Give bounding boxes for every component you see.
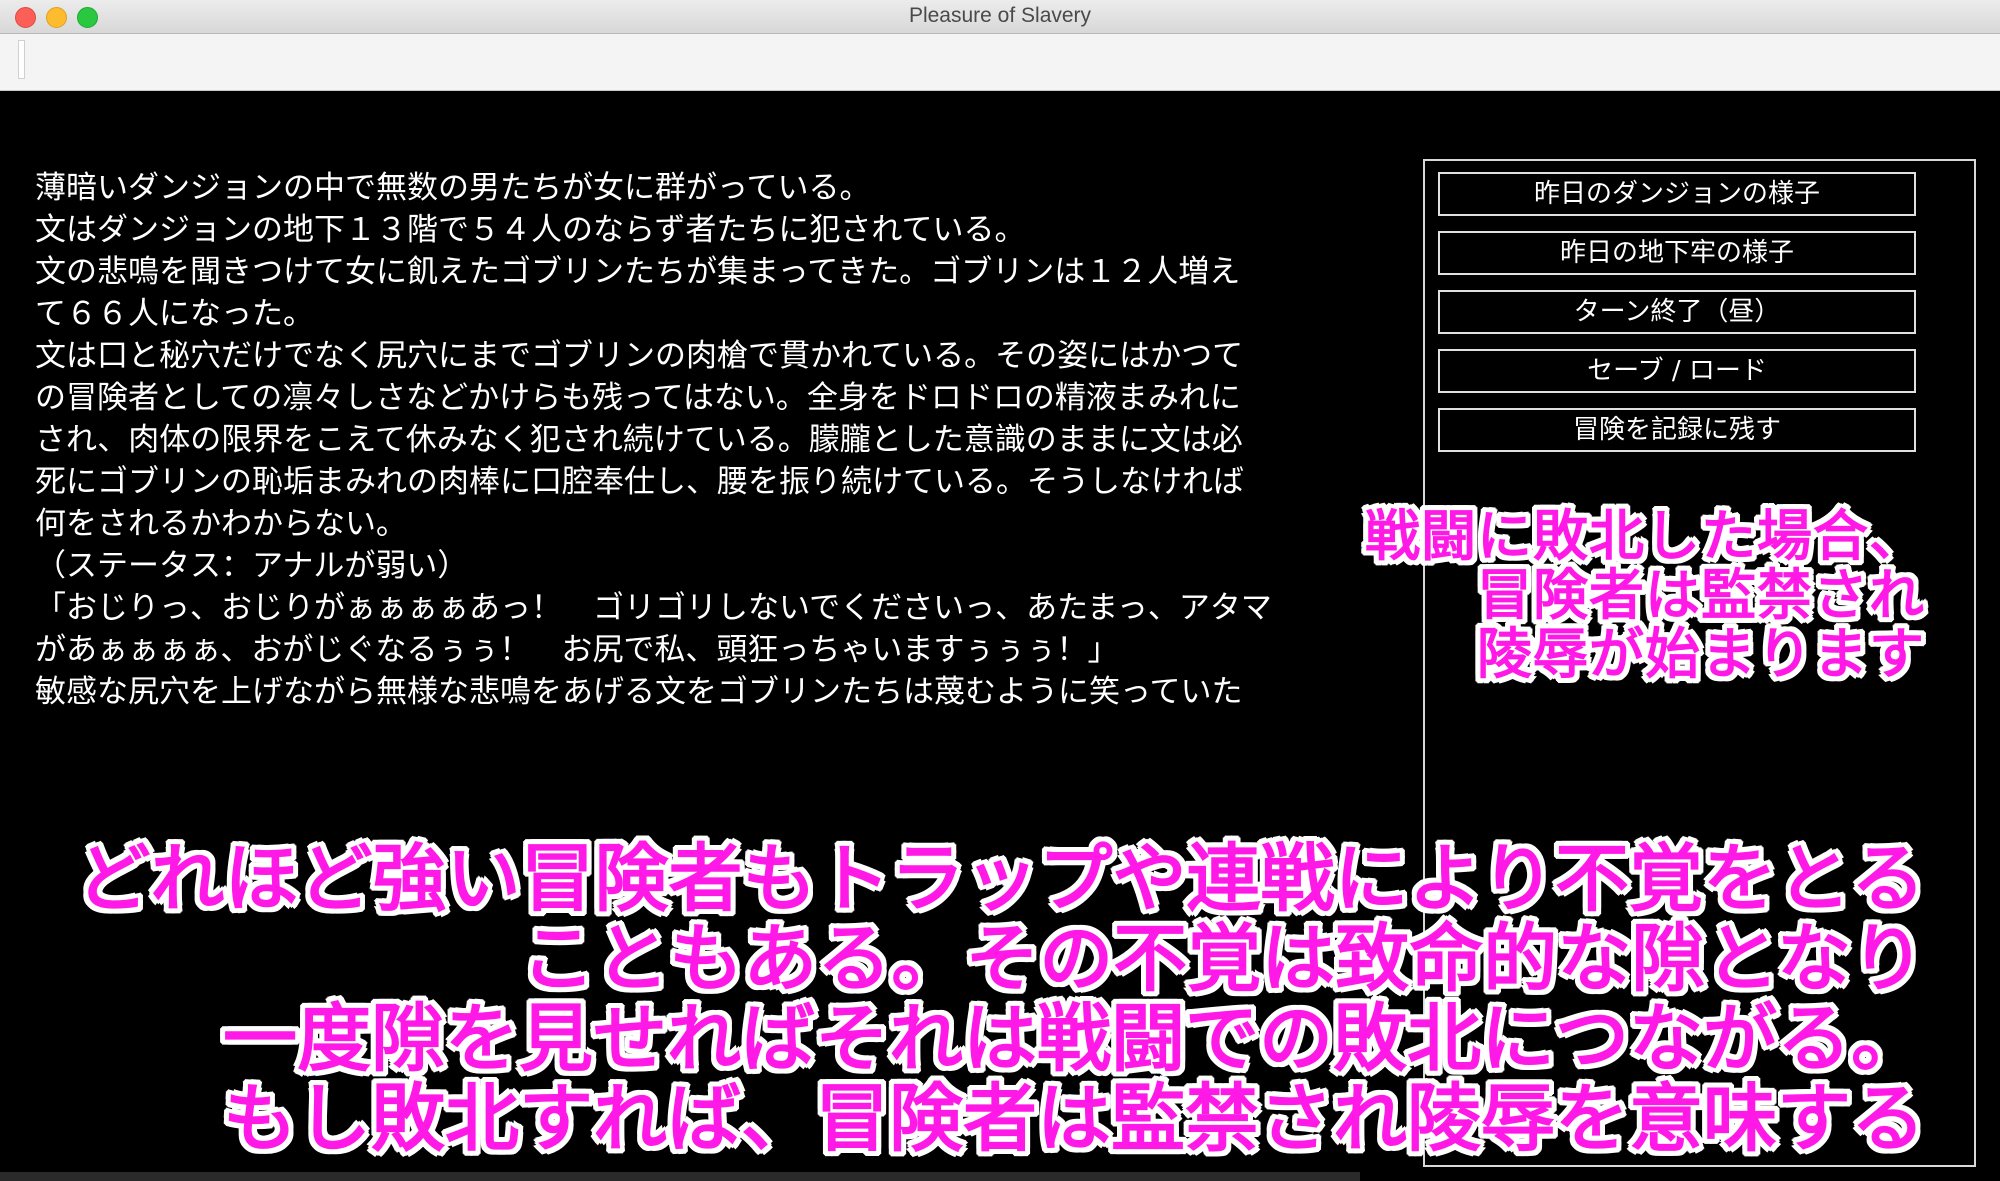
save-load-button[interactable]: セーブ / ロード (1438, 349, 1916, 393)
scrollbar[interactable] (1985, 91, 2000, 1181)
game-screen: 薄暗いダンジョンの中で無数の男たちが女に群がっている。 文はダンジョンの地下１３… (0, 91, 2000, 1181)
story-line: 文は口と秘穴だけでなく尻穴にまでゴブリンの肉槍で貫かれている。その姿にはかつて (35, 338, 1244, 374)
story-line: があぁぁぁぁ、おがじぐなるぅぅ！ お尻で私、頭狂っちゃいますぅぅぅ！」 (35, 632, 1119, 668)
promo-bottom-line: どれほど強い冒険者もトラップや連戦により不覚をとる (76, 836, 1925, 922)
promo-caption-bottom: どれほど強い冒険者もトラップや連戦により不覚をとる こともある。その不覚は致命的… (76, 839, 1925, 1159)
promo-side-line: 陵辱が始まります (1476, 621, 1925, 686)
story-line: 敏感な尻穴を上げながら無様な悲鳴をあげる文をゴブリンたちは蔑むように笑っていた (35, 674, 1243, 710)
story-line: され、肉体の限界をこえて休みなく犯され続けている。朦朧とした意識のままに文は必 (35, 422, 1243, 458)
story-line: 死にゴブリンの恥垢まみれの肉棒に口腔奉仕し、腰を振り続けている。そうしなければ (35, 464, 1244, 500)
story-line: の冒険者としての凛々しさなどかけらも残ってはない。全身をドロドロの精液まみれに (35, 380, 1241, 416)
promo-side-line: 戦闘に敗北した場合、 (1364, 503, 1925, 568)
toolbar (0, 34, 2000, 91)
promo-caption-side: 戦闘に敗北した場合、 冒険者は監禁され 陵辱が始まります (1365, 506, 1925, 683)
yesterday-dungeon-button[interactable]: 昨日のダンジョンの様子 (1438, 172, 1916, 216)
story-line: 文の悲鳴を聞きつけて女に飢えたゴブリンたちが集まってきた。ゴブリンは１２人増え (35, 254, 1241, 290)
record-adventure-button[interactable]: 冒険を記録に残す (1438, 408, 1916, 452)
text-caret (18, 40, 25, 79)
promo-bottom-line: もし敗北すれば、冒険者は監禁され陵辱を意味する (223, 1076, 1925, 1162)
app-window: Pleasure of Slavery 薄暗いダンジョンの中で無数の男たちが女に… (0, 0, 2000, 1181)
story-line: 文はダンジョンの地下１３階で５４人のならず者たちに犯されている。 (35, 212, 1026, 248)
bottom-edge (0, 1172, 1360, 1181)
story-line: て６６人になった。 (35, 296, 314, 332)
story-line: 薄暗いダンジョンの中で無数の男たちが女に群がっている。 (35, 170, 871, 206)
promo-side-line: 冒険者は監禁され (1476, 562, 1925, 627)
story-line: （ステータス：アナルが弱い） (35, 548, 469, 584)
window-title: Pleasure of Slavery (908, 4, 1092, 27)
promo-bottom-line: こともある。その不覚は致命的な隙となり (521, 916, 1925, 1002)
end-turn-button[interactable]: ターン終了（昼） (1438, 290, 1916, 334)
story-text: 薄暗いダンジョンの中で無数の男たちが女に群がっている。 文はダンジョンの地下１３… (35, 167, 1415, 713)
yesterday-dungeon-cell-button[interactable]: 昨日の地下牢の様子 (1438, 231, 1916, 275)
title-bar[interactable]: Pleasure of Slavery (0, 0, 2000, 34)
story-line: 「おじりっ、おじりがぁぁぁぁあっ！ ゴリゴリしないでくださいっ、あたまっ、アタマ (35, 590, 1272, 626)
promo-bottom-line: 一度隙を見せればそれは戦闘での敗北につながる。 (223, 996, 1925, 1082)
story-line: 何をされるかわからない。 (35, 506, 407, 542)
